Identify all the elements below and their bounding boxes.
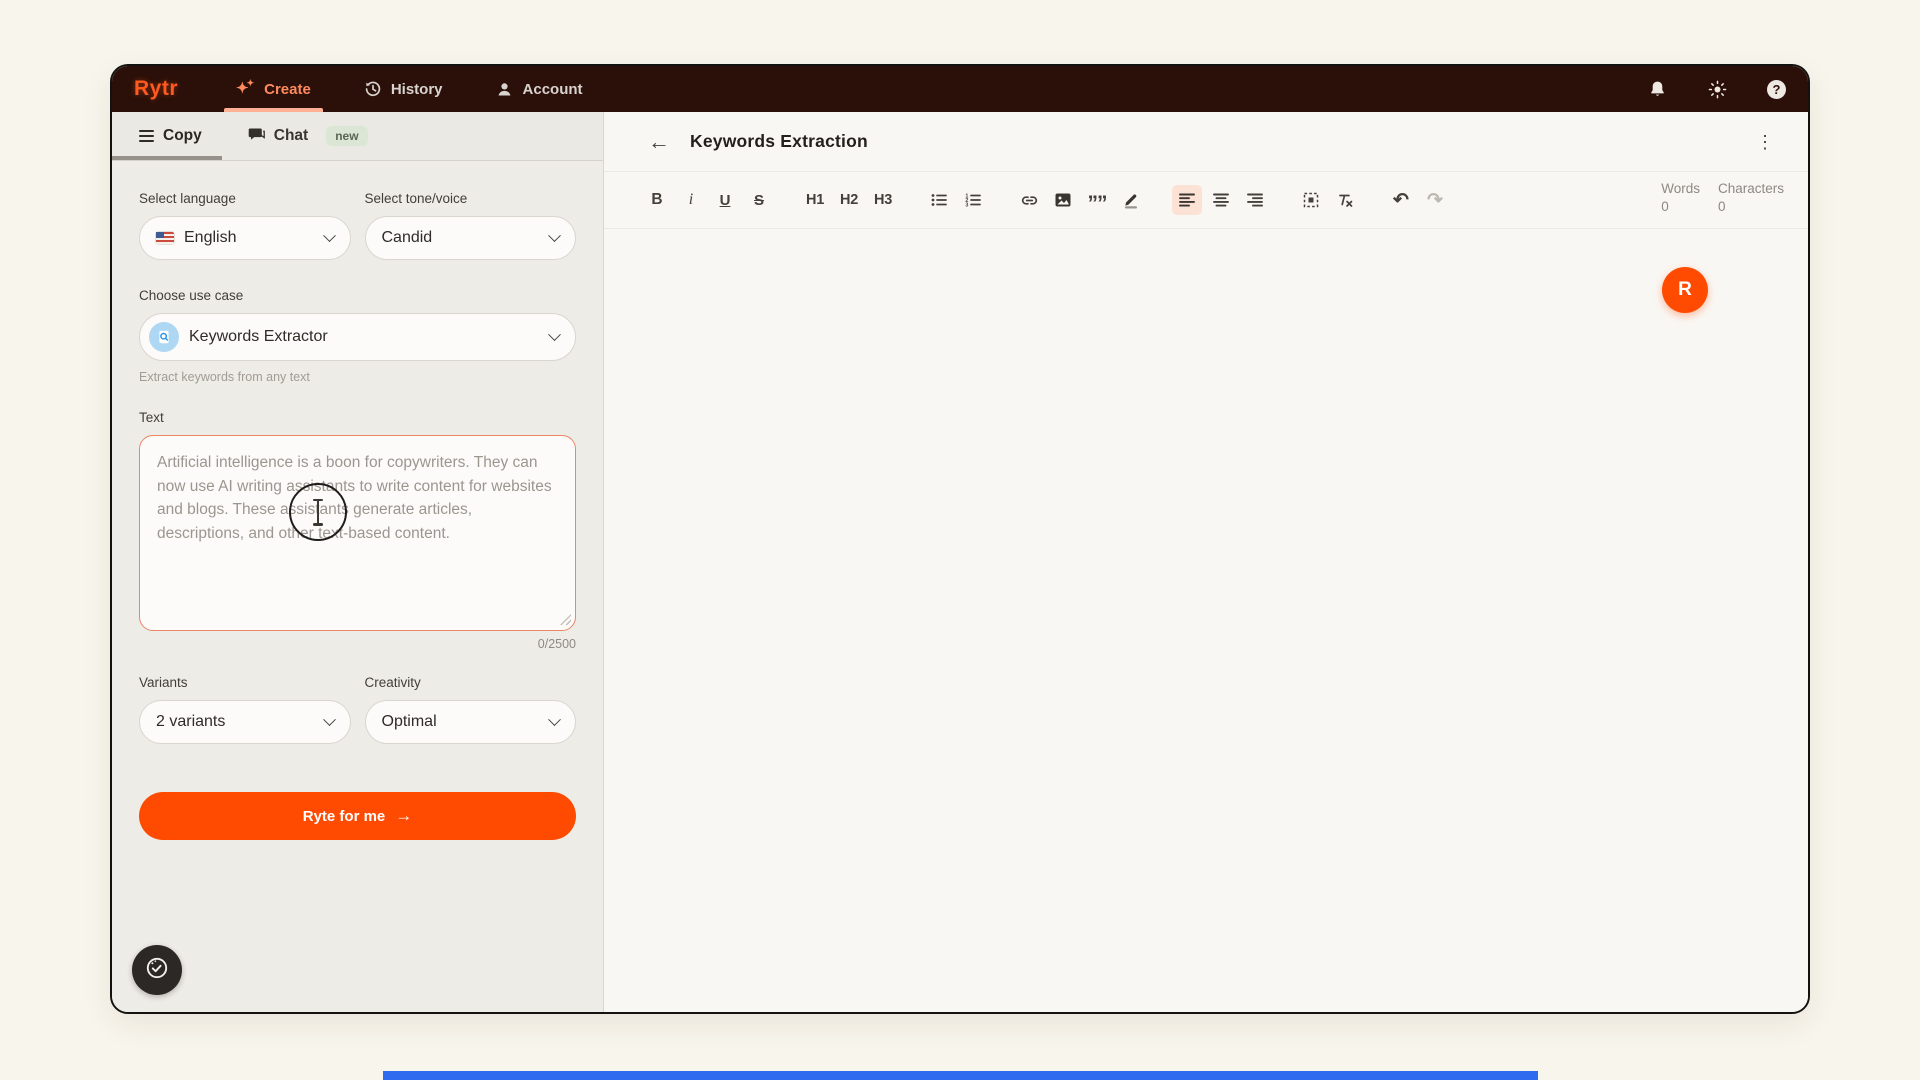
app-window: Rytr ✦✦ Create History [110, 64, 1810, 1014]
clear-format-button[interactable] [1330, 185, 1360, 215]
language-value: English [184, 229, 315, 247]
underline-button[interactable]: U [710, 185, 740, 215]
tone-label: Select tone/voice [365, 191, 577, 206]
bottom-progress-bar [383, 1071, 1538, 1080]
tone-value: Candid [382, 229, 541, 247]
nav-account-label: Account [523, 81, 583, 98]
tone-select[interactable]: Candid [365, 216, 577, 260]
redo-button[interactable]: ↷ [1420, 185, 1450, 215]
creativity-label: Creativity [365, 675, 577, 690]
sparkle-icon: ✦✦ [236, 81, 256, 96]
text-input[interactable] [139, 435, 576, 631]
nav-create-label: Create [264, 81, 311, 98]
char-counter: 0/2500 [139, 637, 576, 651]
chevron-down-icon [548, 713, 561, 726]
document-header: ← Keywords Extraction ⋮ [604, 112, 1808, 172]
tab-chat-label: Chat [274, 127, 308, 145]
undo-button[interactable]: ↶ [1386, 185, 1416, 215]
arrow-right-icon: → [395, 806, 412, 826]
cookie-icon [143, 954, 171, 987]
variants-label: Variants [139, 675, 351, 690]
use-case-helper: Extract keywords from any text [139, 370, 576, 384]
text-label: Text [139, 410, 576, 425]
strikethrough-button[interactable]: S [744, 185, 774, 215]
nav-create[interactable]: ✦✦ Create [236, 66, 311, 112]
navbar-right-icons: ? [1647, 79, 1786, 99]
select-all-button[interactable] [1296, 185, 1326, 215]
bullet-list-button[interactable] [924, 185, 954, 215]
tab-copy[interactable]: Copy [139, 127, 202, 145]
sidebar-form: Select language Select tone/voice Englis… [112, 161, 603, 1012]
heading3-button[interactable]: H3 [868, 185, 898, 215]
nav-account[interactable]: Account [495, 66, 583, 112]
align-left-button[interactable] [1172, 185, 1202, 215]
editor-toolbar: B i U S H1 H2 H3 [604, 172, 1808, 229]
history-clock-icon [363, 79, 383, 99]
nav-history-label: History [391, 81, 443, 98]
document-title: Keywords Extraction [690, 131, 868, 152]
tab-copy-label: Copy [163, 127, 202, 145]
copy-tab-indicator [112, 156, 222, 160]
image-button[interactable] [1048, 185, 1078, 215]
tab-chat[interactable]: Chat new [248, 126, 368, 147]
keywords-extractor-icon [149, 322, 179, 352]
rytr-logo[interactable]: Rytr [134, 77, 178, 101]
editor-canvas[interactable]: R [604, 229, 1808, 1012]
creativity-select[interactable]: Optimal [365, 700, 577, 744]
rytr-assistant-bubble[interactable]: R [1662, 267, 1708, 313]
align-center-button[interactable] [1206, 185, 1236, 215]
chat-bubble-icon [248, 126, 265, 147]
sidebar: Copy Chat new Select language [112, 112, 604, 1012]
editor-stats: Words 0 Characters 0 [1661, 172, 1784, 214]
back-arrow-icon[interactable]: ← [648, 131, 670, 153]
creativity-value: Optimal [382, 713, 541, 731]
words-counter: Words 0 [1661, 181, 1700, 214]
italic-button[interactable]: i [676, 185, 706, 215]
svg-text:3: 3 [965, 203, 968, 209]
use-case-select[interactable]: Keywords Extractor [139, 313, 576, 361]
chevron-down-icon [548, 229, 561, 242]
ryte-for-me-label: Ryte for me [303, 808, 386, 825]
us-flag-icon [156, 232, 174, 244]
sidebar-tabs: Copy Chat new [112, 112, 603, 161]
main-panel: ← Keywords Extraction ⋮ B i U S H1 H2 H3 [604, 112, 1808, 1012]
more-options-icon[interactable]: ⋮ [1748, 129, 1782, 155]
ordered-list-button[interactable]: 123 [958, 185, 988, 215]
variants-select[interactable]: 2 variants [139, 700, 351, 744]
highlight-button[interactable] [1116, 185, 1146, 215]
person-icon [495, 79, 515, 99]
chat-new-badge: new [326, 126, 367, 146]
chevron-down-icon [548, 328, 561, 341]
nav-history[interactable]: History [363, 66, 443, 112]
ryte-for-me-button[interactable]: Ryte for me → [139, 792, 576, 840]
chevron-down-icon [323, 713, 336, 726]
chevron-down-icon [323, 229, 336, 242]
copy-lines-icon [139, 130, 154, 143]
heading1-button[interactable]: H1 [800, 185, 830, 215]
use-case-label: Choose use case [139, 288, 576, 303]
align-right-button[interactable] [1240, 185, 1270, 215]
variants-value: 2 variants [156, 713, 315, 731]
cookie-settings-button[interactable] [132, 945, 182, 995]
language-label: Select language [139, 191, 351, 206]
bold-button[interactable]: B [642, 185, 672, 215]
heading2-button[interactable]: H2 [834, 185, 864, 215]
characters-counter: Characters 0 [1718, 181, 1784, 214]
notifications-bell-icon[interactable] [1647, 79, 1667, 99]
link-button[interactable] [1014, 185, 1044, 215]
help-icon[interactable]: ? [1767, 80, 1786, 99]
theme-sun-icon[interactable] [1707, 79, 1727, 99]
use-case-value: Keywords Extractor [189, 328, 540, 346]
top-navbar: Rytr ✦✦ Create History [112, 66, 1808, 112]
language-select[interactable]: English [139, 216, 351, 260]
blockquote-button[interactable]: ”” [1082, 189, 1112, 219]
